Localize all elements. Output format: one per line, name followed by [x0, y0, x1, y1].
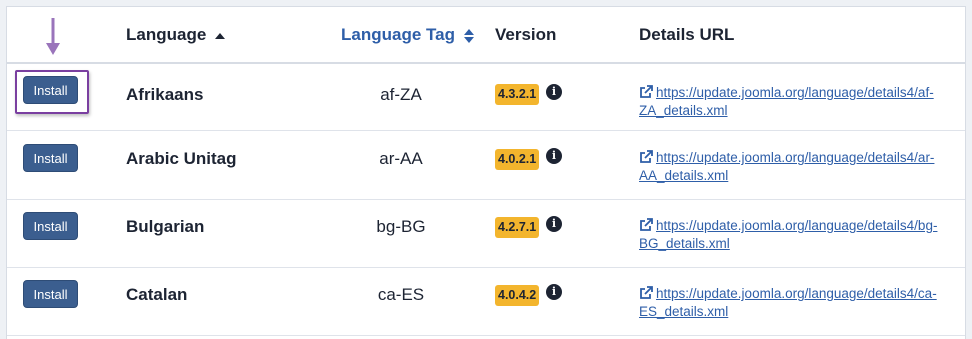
- external-link-icon: [640, 286, 653, 299]
- language-name: Arabic Unitag: [126, 149, 237, 168]
- version-badge: 4.2.7.1: [495, 217, 540, 238]
- url-text-line1: https://update.joomla.org/language/detai…: [656, 218, 938, 233]
- version-badge: 4.0.4.2: [495, 285, 540, 306]
- pointer-arrow-icon: [46, 18, 60, 55]
- table-row: Install Afrikaans af-ZA 4.3.2.1 i https:…: [7, 62, 965, 131]
- column-language[interactable]: Language: [126, 25, 226, 45]
- external-link-icon: [640, 150, 653, 163]
- column-language-tag-label: Language Tag: [341, 25, 455, 44]
- install-button[interactable]: Install: [23, 280, 78, 308]
- details-url-link[interactable]: https://update.joomla.org/language/detai…: [639, 149, 949, 185]
- languages-table: Language Language Tag Version Details UR…: [6, 6, 966, 339]
- url-text-line1: https://update.joomla.org/language/detai…: [656, 85, 934, 100]
- install-button[interactable]: Install: [23, 144, 78, 172]
- url-text-line2: ZA_details.xml: [639, 103, 728, 118]
- info-icon[interactable]: i: [546, 216, 562, 232]
- language-tag: ar-AA: [379, 149, 423, 168]
- table-row: Install Catalan ca-ES 4.0.4.2 i https://…: [7, 267, 965, 336]
- language-tag: af-ZA: [380, 85, 422, 104]
- version-badge: 4.3.2.1: [495, 84, 540, 105]
- info-icon[interactable]: i: [546, 148, 562, 164]
- sort-ascending-icon: [215, 32, 226, 39]
- table-header: Language Language Tag Version Details UR…: [7, 7, 965, 64]
- install-button[interactable]: Install: [23, 212, 78, 240]
- language-name: Bulgarian: [126, 217, 205, 236]
- column-language-tag[interactable]: Language Tag: [341, 25, 474, 45]
- external-link-icon: [640, 85, 653, 98]
- column-language-label: Language: [126, 25, 207, 44]
- language-tag: bg-BG: [376, 217, 426, 236]
- details-url-link[interactable]: https://update.joomla.org/language/detai…: [639, 217, 949, 253]
- details-url-link[interactable]: https://update.joomla.org/language/detai…: [639, 84, 949, 120]
- version-badge: 4.0.2.1: [495, 149, 540, 170]
- url-text-line1: https://update.joomla.org/language/detai…: [656, 150, 935, 165]
- table-row: Install Bulgarian bg-BG 4.2.7.1 i https:…: [7, 199, 965, 268]
- column-details-url: Details URL: [639, 25, 735, 44]
- url-text-line1: https://update.joomla.org/language/detai…: [656, 286, 937, 301]
- info-icon[interactable]: i: [546, 284, 562, 300]
- info-icon[interactable]: i: [546, 84, 562, 100]
- table-row: Install Arabic Unitag ar-AA 4.0.2.1 i ht…: [7, 131, 965, 200]
- column-version: Version: [495, 25, 557, 44]
- url-text-line2: ES_details.xml: [639, 304, 729, 319]
- external-link-icon: [640, 218, 653, 231]
- url-text-line2: BG_details.xml: [639, 236, 730, 251]
- language-name: Afrikaans: [126, 85, 204, 104]
- install-button[interactable]: Install: [23, 76, 78, 104]
- details-url-link[interactable]: https://update.joomla.org/language/detai…: [639, 285, 949, 321]
- sort-icon: [463, 28, 474, 43]
- language-tag: ca-ES: [377, 285, 425, 304]
- language-name: Catalan: [126, 285, 188, 304]
- url-text-line2: AA_details.xml: [639, 168, 729, 183]
